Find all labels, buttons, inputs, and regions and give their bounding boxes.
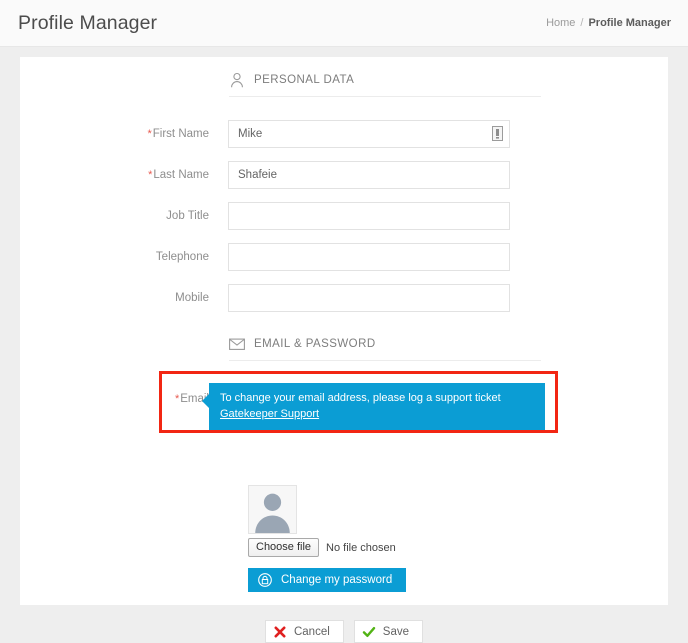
form-row-first-name: *First Name	[20, 120, 668, 148]
page-title: Profile Manager	[18, 11, 158, 34]
required-marker: *	[147, 128, 152, 140]
tooltip-arrow-icon	[202, 394, 209, 408]
form-row-job-title: Job Title	[20, 202, 668, 230]
telephone-input[interactable]	[228, 243, 510, 271]
file-upload-control: Choose file No file chosen	[248, 538, 396, 557]
form-row-last-name: *Last Name	[20, 161, 668, 189]
label-telephone: Telephone	[155, 251, 209, 263]
change-password-label: Change my password	[281, 574, 393, 586]
save-button[interactable]: Save	[353, 620, 424, 643]
choose-file-button[interactable]: Choose file	[248, 538, 320, 557]
save-label: Save	[382, 625, 410, 638]
email-change-tooltip: To change your email address, please log…	[202, 383, 545, 430]
section-title-email-password: EMAIL & PASSWORD	[254, 338, 376, 350]
check-icon	[362, 625, 376, 639]
label-job-title: Job Title	[166, 210, 209, 222]
label-mobile: Mobile	[175, 292, 209, 304]
label-email: *Email	[174, 393, 209, 405]
change-password-button[interactable]: Change my password	[248, 568, 407, 592]
breadcrumb-home-link[interactable]: Home	[546, 17, 575, 29]
cancel-button[interactable]: Cancel	[264, 620, 344, 643]
breadcrumb: Home / Profile Manager	[546, 17, 671, 29]
user-icon	[229, 72, 245, 88]
envelope-icon	[229, 336, 245, 352]
mobile-input[interactable]	[228, 284, 510, 312]
form-row-mobile: Mobile	[20, 284, 668, 312]
top-header-bar: Profile Manager Home / Profile Manager	[0, 0, 688, 47]
form-actions: Cancel Save	[20, 620, 668, 643]
profile-form-card: PERSONAL DATA *First Name *Last Name Job…	[20, 57, 668, 643]
cancel-label: Cancel	[293, 625, 330, 638]
section-title-personal: PERSONAL DATA	[254, 74, 355, 86]
avatar	[248, 485, 297, 534]
required-marker: *	[148, 169, 153, 181]
breadcrumb-current: Profile Manager	[588, 17, 671, 29]
file-chosen-status: No file chosen	[326, 541, 396, 554]
last-name-input[interactable]	[228, 161, 510, 189]
first-name-input[interactable]	[228, 120, 510, 148]
section-email-password: EMAIL & PASSWORD	[229, 336, 541, 361]
label-first-name: *First Name	[147, 128, 209, 140]
cross-icon	[273, 625, 287, 639]
label-last-name: *Last Name	[148, 169, 209, 181]
tooltip-message: To change your email address, please log…	[220, 392, 501, 404]
breadcrumb-separator: /	[580, 17, 584, 29]
gatekeeper-support-link[interactable]: Gatekeeper Support	[220, 408, 319, 420]
section-personal-data: PERSONAL DATA	[229, 72, 541, 97]
lock-icon	[258, 573, 272, 587]
required-marker: *	[174, 393, 180, 405]
autofill-icon[interactable]	[492, 126, 503, 141]
job-title-input[interactable]	[228, 202, 510, 230]
form-row-telephone: Telephone	[20, 243, 668, 271]
